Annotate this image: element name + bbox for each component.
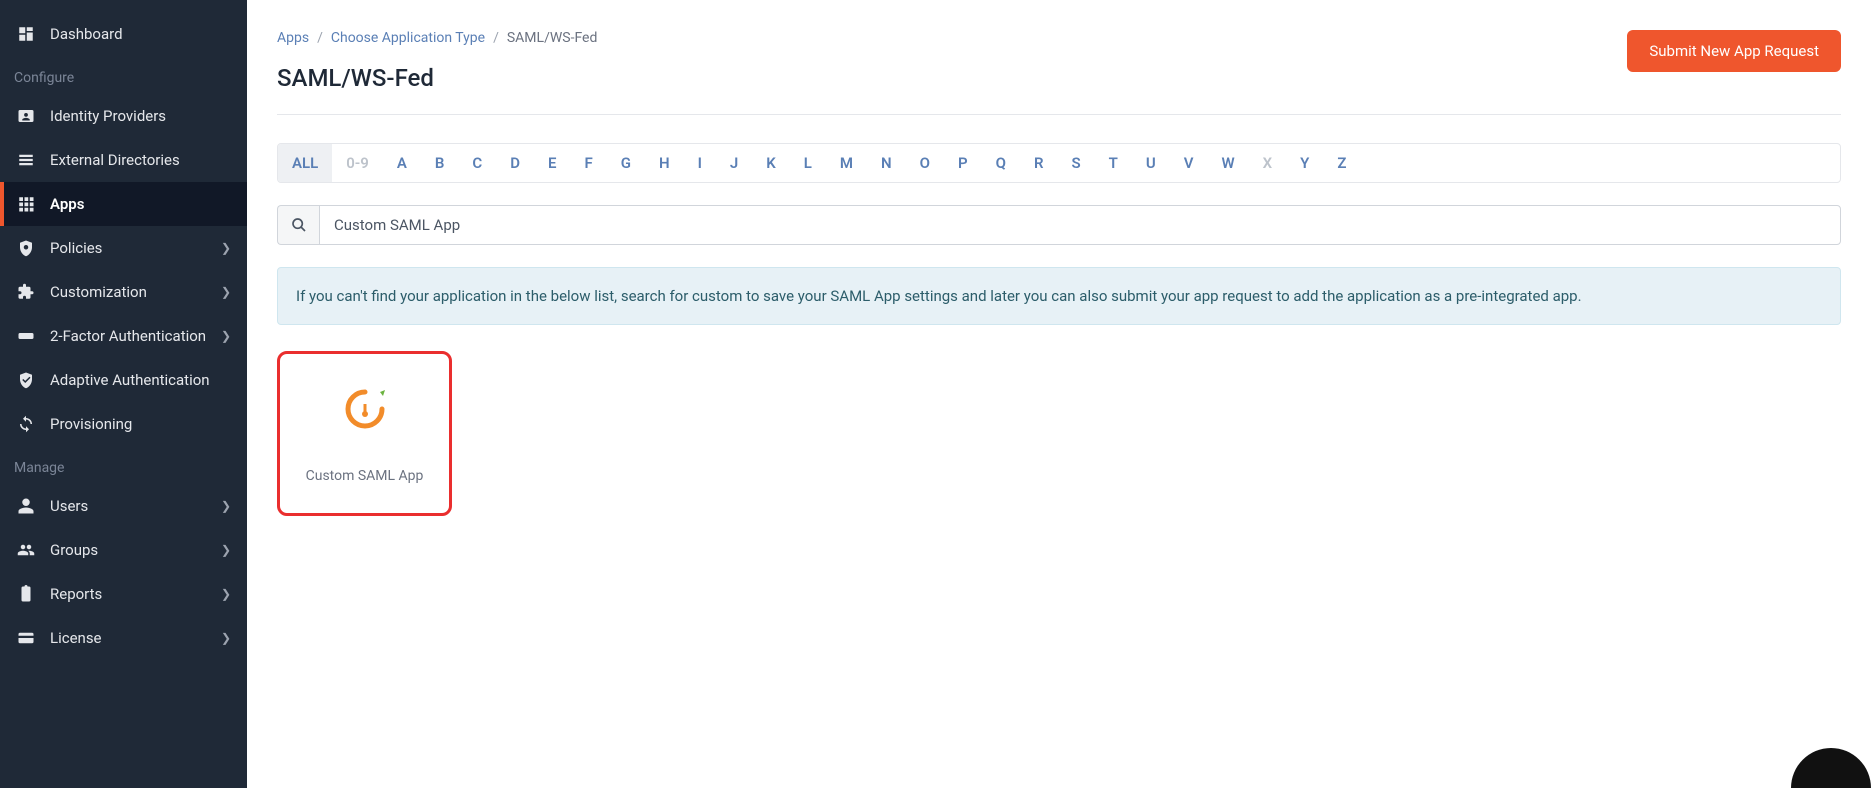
section-configure: Configure (0, 56, 247, 94)
sidebar-item-adaptive-auth[interactable]: Adaptive Authentication (0, 358, 247, 402)
sidebar-item-reports[interactable]: Reports ❯ (0, 572, 247, 616)
filter-q[interactable]: Q (982, 144, 1020, 182)
chevron-right-icon: ❯ (221, 543, 231, 557)
filter-p[interactable]: P (944, 144, 982, 182)
filter-a[interactable]: A (383, 144, 421, 182)
clipboard-icon (16, 584, 36, 604)
sidebar-item-groups[interactable]: Groups ❯ (0, 528, 247, 572)
sidebar-item-apps[interactable]: Apps (0, 182, 247, 226)
filter-t[interactable]: T (1095, 144, 1132, 182)
sidebar-item-label: Provisioning (50, 415, 132, 433)
breadcrumb-separator: / (493, 30, 499, 46)
chevron-right-icon: ❯ (221, 241, 231, 255)
filter-e[interactable]: E (534, 144, 570, 182)
chevron-right-icon: ❯ (221, 587, 231, 601)
filter-y[interactable]: Y (1286, 144, 1323, 182)
password-icon (16, 326, 36, 346)
sidebar-item-label: Identity Providers (50, 107, 166, 125)
filter-d[interactable]: D (496, 144, 534, 182)
filter-u[interactable]: U (1132, 144, 1170, 182)
filter-0-9[interactable]: 0-9 (332, 144, 383, 182)
sidebar-item-label: Policies (50, 239, 102, 257)
filter-i[interactable]: I (684, 144, 716, 182)
sync-icon (16, 414, 36, 434)
filter-k[interactable]: K (752, 144, 790, 182)
alphabet-filter: ALL 0-9 A B C D E F G H I J K L M N O P … (277, 143, 1841, 183)
submit-new-app-request-button[interactable]: Submit New App Request (1627, 30, 1841, 72)
search-input[interactable] (319, 205, 1841, 245)
sidebar-item-label: Groups (50, 541, 98, 559)
app-card-custom-saml[interactable]: Custom SAML App (277, 351, 452, 516)
breadcrumb-link-type[interactable]: Choose Application Type (331, 30, 485, 46)
divider (277, 114, 1841, 115)
sidebar-item-label: Dashboard (50, 25, 123, 43)
chevron-right-icon: ❯ (221, 329, 231, 343)
shield-search-icon (16, 238, 36, 258)
sidebar-item-label: Users (50, 497, 88, 515)
sidebar-item-label: License (50, 629, 102, 647)
filter-o[interactable]: O (906, 144, 944, 182)
group-icon (16, 540, 36, 560)
sidebar-item-label: Customization (50, 283, 147, 301)
breadcrumb-link-apps[interactable]: Apps (277, 30, 309, 46)
chevron-right-icon: ❯ (221, 499, 231, 513)
dashboard-icon (16, 24, 36, 44)
sidebar-item-provisioning[interactable]: Provisioning (0, 402, 247, 446)
chevron-right-icon: ❯ (221, 285, 231, 299)
filter-w[interactable]: W (1208, 144, 1249, 182)
credit-card-icon (16, 628, 36, 648)
sidebar-item-external-directories[interactable]: External Directories (0, 138, 247, 182)
sidebar: Dashboard Configure Identity Providers E… (0, 0, 247, 788)
breadcrumb-separator: / (317, 30, 323, 46)
section-manage: Manage (0, 446, 247, 484)
user-icon (16, 496, 36, 516)
id-card-icon (16, 106, 36, 126)
filter-s[interactable]: S (1058, 144, 1095, 182)
sidebar-item-label: Adaptive Authentication (50, 371, 210, 389)
filter-m[interactable]: M (826, 144, 867, 182)
puzzle-icon (16, 282, 36, 302)
filter-j[interactable]: J (716, 144, 752, 182)
filter-z[interactable]: Z (1323, 144, 1360, 182)
filter-h[interactable]: H (645, 144, 684, 182)
filter-c[interactable]: C (458, 144, 496, 182)
filter-v[interactable]: V (1170, 144, 1208, 182)
sidebar-item-label: 2-Factor Authentication (50, 327, 206, 345)
sidebar-item-users[interactable]: Users ❯ (0, 484, 247, 528)
sidebar-item-dashboard[interactable]: Dashboard (0, 12, 247, 56)
apps-icon (16, 194, 36, 214)
page-title: SAML/WS-Fed (277, 64, 597, 92)
filter-f[interactable]: F (570, 144, 606, 182)
filter-n[interactable]: N (867, 144, 906, 182)
search-icon (277, 205, 319, 245)
main-content: Apps / Choose Application Type / SAML/WS… (247, 0, 1871, 788)
sidebar-item-label: External Directories (50, 151, 180, 169)
filter-l[interactable]: L (790, 144, 826, 182)
shield-check-icon (16, 370, 36, 390)
filter-x[interactable]: X (1249, 144, 1287, 182)
sidebar-item-label: Apps (50, 195, 84, 213)
sidebar-item-license[interactable]: License ❯ (0, 616, 247, 660)
filter-b[interactable]: B (421, 144, 459, 182)
app-card-label: Custom SAML App (306, 468, 424, 484)
info-banner: If you can't find your application in th… (277, 267, 1841, 325)
breadcrumb: Apps / Choose Application Type / SAML/WS… (277, 30, 597, 46)
sidebar-item-customization[interactable]: Customization ❯ (0, 270, 247, 314)
filter-all[interactable]: ALL (278, 144, 332, 182)
list-icon (16, 150, 36, 170)
breadcrumb-current: SAML/WS-Fed (507, 30, 598, 46)
sidebar-item-2fa[interactable]: 2-Factor Authentication ❯ (0, 314, 247, 358)
filter-r[interactable]: R (1020, 144, 1058, 182)
sidebar-item-identity-providers[interactable]: Identity Providers (0, 94, 247, 138)
filter-g[interactable]: G (607, 144, 645, 182)
app-logo-icon (340, 384, 390, 438)
sidebar-item-policies[interactable]: Policies ❯ (0, 226, 247, 270)
sidebar-item-label: Reports (50, 585, 102, 603)
chevron-right-icon: ❯ (221, 631, 231, 645)
